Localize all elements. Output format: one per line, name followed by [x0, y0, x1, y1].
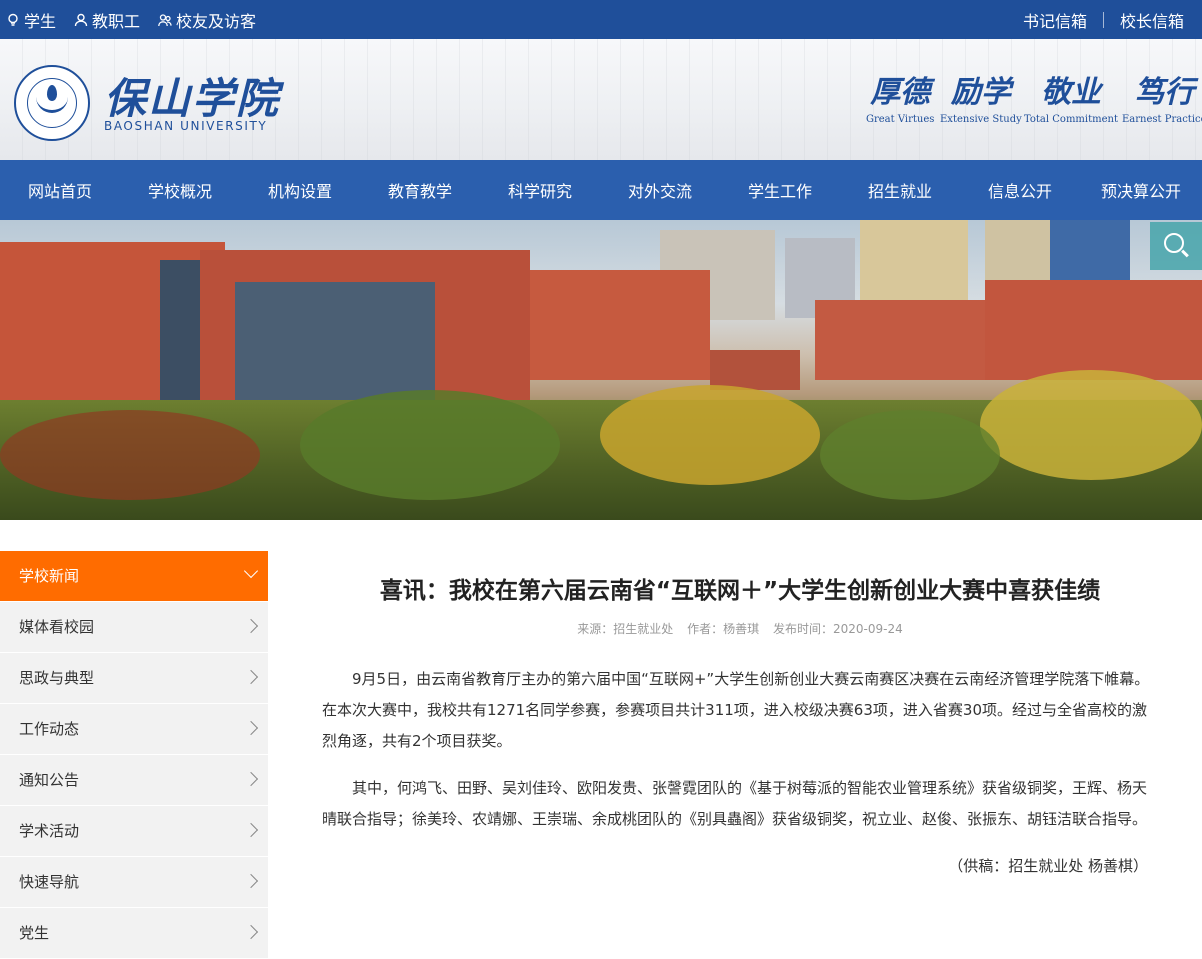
- article-author: 作者：杨善琪: [687, 622, 760, 636]
- motto-en: Great Virtues: [866, 114, 935, 125]
- sidebar-item-quick-nav[interactable]: 快速导航: [0, 857, 268, 907]
- banner-tree: [300, 390, 560, 500]
- chevron-right-icon: [243, 669, 259, 685]
- sidebar-item-label: 学校新闻: [19, 567, 80, 585]
- sidebar-item-school-news[interactable]: 学校新闻: [0, 551, 268, 601]
- alumni-link-label: 校友及访客: [176, 11, 257, 31]
- motto-total-commitment: 敬业 Total Commitment: [1024, 73, 1118, 125]
- person-icon: [74, 13, 88, 26]
- search-button[interactable]: [1150, 222, 1202, 270]
- banner-building: [160, 260, 200, 420]
- nav-research[interactable]: 科学研究: [480, 160, 600, 220]
- article-date: 发布时间：2020-09-24: [772, 622, 903, 636]
- staff-link-label: 教职工: [92, 11, 141, 31]
- article-title: 喜讯：我校在第六届云南省“互联网＋”大学生创新创业大赛中喜获佳绩: [379, 578, 1101, 604]
- sidebar-item-media[interactable]: 媒体看校园: [0, 602, 268, 652]
- sidebar-item-label: 工作动态: [19, 720, 80, 738]
- banner-building: [235, 282, 435, 402]
- chevron-right-icon: [243, 720, 259, 736]
- staff-link[interactable]: 教职工: [74, 8, 140, 32]
- banner-building: [815, 300, 985, 380]
- chevron-right-icon: [243, 873, 259, 889]
- lightbulb-icon: [8, 13, 18, 26]
- search-icon-handle: [1181, 249, 1189, 258]
- banner-building: [985, 280, 1202, 380]
- nav-home[interactable]: 网站首页: [0, 160, 120, 220]
- motto-en: Earnest Practice: [1122, 114, 1202, 125]
- article-paragraph: 其中，何鸿飞、田野、吴刘佳玲、欧阳发贵、张謦霓团队的《基于树莓派的智能农业管理系…: [322, 779, 1148, 828]
- nav-about[interactable]: 学校概况: [120, 160, 240, 220]
- banner-tree: [600, 385, 820, 485]
- brand-name-en: BAOSHAN UNIVERSITY: [104, 119, 268, 133]
- sidebar-item-party[interactable]: 党生: [0, 908, 268, 958]
- motto-en: Extensive Study: [940, 114, 1022, 125]
- nav-budget[interactable]: 预决算公开: [1080, 160, 1202, 220]
- alumni-link[interactable]: 校友及访客: [158, 8, 256, 32]
- student-link[interactable]: 学生: [6, 8, 56, 32]
- nav-exchange[interactable]: 对外交流: [600, 160, 720, 220]
- article-meta: 来源：招生就业处 作者：杨善琪 发布时间：2020-09-24: [322, 622, 1158, 636]
- university-seal-logo[interactable]: [14, 65, 90, 141]
- sidebar-item-work-updates[interactable]: 工作动态: [0, 704, 268, 754]
- banner-building: [710, 350, 800, 390]
- motto-en: Total Commitment: [1024, 114, 1118, 125]
- motto-cn: 励学: [950, 75, 1011, 110]
- people-icon: [158, 13, 172, 26]
- banner-building: [1050, 220, 1130, 280]
- chevron-right-icon: [243, 924, 259, 940]
- site-header: 保山学院 BAOSHAN UNIVERSITY 厚德 Great Virtues…: [0, 39, 1202, 160]
- top-bar: 学生 教职工 校友及访客 书记信箱 校长信箱: [0, 0, 1202, 39]
- motto-cn: 笃行: [1134, 75, 1195, 110]
- president-mailbox-link[interactable]: 校长信箱: [1104, 8, 1200, 32]
- banner-building: [860, 220, 968, 300]
- top-right-links: 书记信箱 校长信箱: [1007, 0, 1200, 39]
- student-link-label: 学生: [24, 11, 57, 31]
- sidebar-item-label: 学术活动: [19, 822, 80, 840]
- sidebar-item-ideology[interactable]: 思政与典型: [0, 653, 268, 703]
- sidebar-item-label: 快速导航: [19, 873, 80, 891]
- chevron-down-icon: [243, 563, 259, 579]
- nav-student-affairs[interactable]: 学生工作: [720, 160, 840, 220]
- motto-earnest-practice: 笃行 Earnest Practice: [1122, 73, 1202, 125]
- banner-building: [530, 270, 710, 380]
- chevron-right-icon: [243, 822, 259, 838]
- brand-name-cn[interactable]: 保山学院: [104, 65, 280, 126]
- motto-extensive-study: 励学 Extensive Study: [940, 73, 1022, 125]
- sidebar-item-label: 媒体看校园: [19, 618, 95, 636]
- chevron-right-icon: [243, 618, 259, 634]
- banner-tree: [980, 370, 1202, 480]
- motto-cn: 厚德: [870, 75, 931, 110]
- nav-organization[interactable]: 机构设置: [240, 160, 360, 220]
- banner-tree: [820, 410, 1000, 500]
- sidebar-item-label: 通知公告: [19, 771, 80, 789]
- nav-education[interactable]: 教育教学: [360, 160, 480, 220]
- sidebar-item-notices[interactable]: 通知公告: [0, 755, 268, 805]
- motto-cn: 敬业: [1040, 75, 1101, 110]
- motto-great-virtues: 厚德 Great Virtues: [866, 73, 934, 125]
- article-source: 来源：招生就业处: [577, 622, 674, 636]
- article-paragraph: 9月5日，由云南省教育厅主办的第六届中国“互联网+”大学生创新创业大赛云南赛区决…: [322, 670, 1150, 750]
- sidebar-item-academic[interactable]: 学术活动: [0, 806, 268, 856]
- secretary-mailbox-link[interactable]: 书记信箱: [1007, 8, 1103, 32]
- main-nav: 网站首页 学校概况 机构设置 教育教学 科学研究 对外交流 学生工作 招生就业 …: [0, 160, 1202, 220]
- sidebar-menu: 学校新闻 媒体看校园 思政与典型 工作动态 通知公告 学术活动 快速导航 党生: [0, 551, 268, 959]
- top-left-links: 学生 教职工 校友及访客: [6, 0, 256, 39]
- chevron-right-icon: [243, 771, 259, 787]
- sidebar-item-label: 党生: [19, 924, 50, 942]
- nav-disclosure[interactable]: 信息公开: [960, 160, 1080, 220]
- article-body: 9月5日，由云南省教育厅主办的第六届中国“互联网+”大学生创新创业大赛云南赛区决…: [322, 664, 1158, 882]
- campus-banner-image: [0, 220, 1202, 520]
- sidebar-item-label: 思政与典型: [19, 669, 95, 687]
- article: 喜讯：我校在第六届云南省“互联网＋”大学生创新创业大赛中喜获佳绩 来源：招生就业…: [322, 560, 1158, 898]
- article-signature: （供稿：招生就业处 杨善棋）: [948, 857, 1148, 875]
- banner-tree: [0, 410, 260, 500]
- nav-admissions[interactable]: 招生就业: [840, 160, 960, 220]
